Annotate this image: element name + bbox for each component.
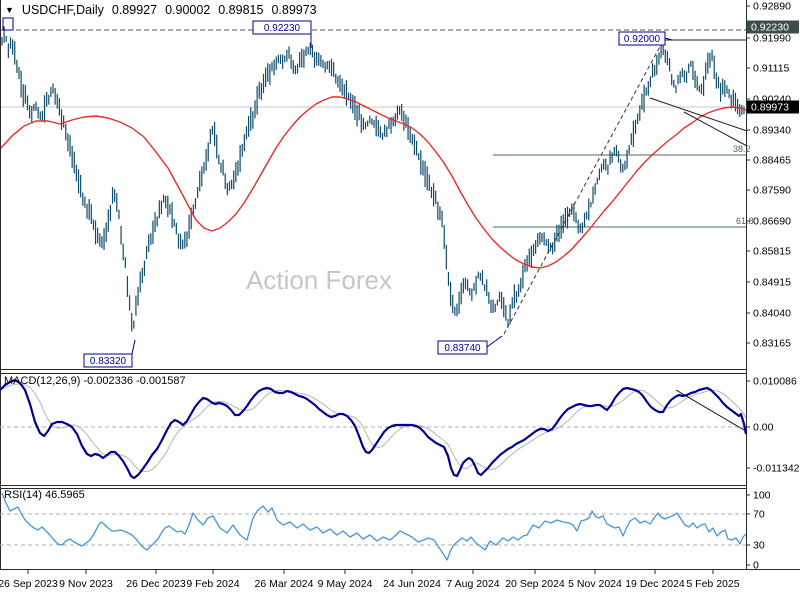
date-tick-label: 7 Aug 2024	[446, 578, 499, 590]
date-tick-label: 20 Sep 2024	[505, 578, 565, 590]
high-value: 0.90002	[165, 3, 211, 17]
annotation-connector	[131, 339, 136, 355]
low-value: 0.89815	[218, 3, 264, 17]
price-annotation-label: 0.83320	[90, 356, 127, 367]
macd-trendline[interactable]	[675, 389, 745, 431]
macd-line	[0, 378, 748, 480]
price-tick-label: 0.85815	[753, 246, 791, 258]
date-tick-label: 5 Nov 2024	[568, 578, 622, 590]
fib-level-label: 61.8	[736, 216, 754, 226]
dashed-trendline	[503, 40, 664, 335]
price-axis-special-text: 0.92230	[751, 22, 789, 34]
price-tick-label: 0.88465	[753, 155, 791, 167]
date-tick-label: 26 Dec 2023	[126, 578, 186, 590]
macd-tick-label: 0.00	[753, 422, 774, 434]
rsi-tick-label: 70	[753, 509, 765, 521]
price-tick-label: 0.87590	[753, 185, 791, 197]
open-value: 0.89927	[111, 3, 158, 17]
date-tick-label: 9 Nov 2023	[59, 578, 113, 590]
date-tick-label: 19 Dec 2024	[625, 578, 685, 590]
price-tick-label: 0.89340	[753, 125, 791, 137]
rsi-tick-label: 0	[753, 560, 759, 572]
fib-level-label: 38.2	[733, 144, 751, 154]
date-tick-label: 9 May 2024	[318, 578, 373, 590]
channel-line[interactable]	[649, 97, 748, 132]
symbol-dropdown-icon[interactable]: ▼	[5, 5, 14, 15]
rsi-tick-label: 30	[753, 540, 765, 552]
date-tick-label: 5 Feb 2025	[686, 578, 739, 590]
trading-chart-window: Action Forex 38.2 61.8 0.92230 0.92000 0.833…	[0, 0, 800, 600]
symbol-timeframe-label: USDCHF,Daily	[21, 3, 104, 17]
date-tick-label: 26 Sep 2023	[0, 578, 58, 590]
rsi-tick-label: 100	[753, 490, 771, 502]
price-tick-label: 0.84040	[753, 308, 791, 320]
date-tick-label: 24 Jun 2024	[383, 578, 441, 590]
moving-average-line	[0, 96, 747, 269]
chart-canvas[interactable]: Action Forex 38.2 61.8 0.92230 0.92000 0.833…	[0, 0, 800, 600]
macd-signal-line	[0, 383, 747, 473]
rsi-indicator-label: RSI(14) 46.5965	[4, 489, 85, 501]
macd-indicator-label: MACD(12,26,9) -0.002336 -0.001587	[4, 375, 186, 387]
price-tick-label: 0.91990	[753, 33, 791, 45]
symbol-title-bar: ▼ USDCHF,Daily 0.89927 0.90002 0.89815 0…	[5, 3, 317, 17]
price-annotation-label: 0.92230	[264, 23, 301, 34]
price-tick-label: 0.84915	[753, 277, 791, 289]
price-tick-label: 0.86690	[753, 216, 791, 228]
date-tick-label: 9 Feb 2024	[186, 578, 239, 590]
watermark: Action Forex	[246, 265, 392, 295]
annotation-connector	[486, 335, 503, 348]
channel-line[interactable]	[683, 111, 748, 147]
price-annotation-label: 0.92000	[624, 34, 661, 45]
price-annotation-label: 0.83740	[444, 343, 481, 354]
macd-tick-label: 0.010086	[753, 376, 797, 388]
price-axis-special-text: 0.89973	[751, 102, 789, 114]
price-tick-label: 0.92890	[753, 1, 791, 13]
date-tick-label: 26 Mar 2024	[255, 578, 314, 590]
close-value: 0.89973	[271, 3, 317, 17]
price-tick-label: 0.83165	[753, 338, 791, 350]
price-tick-label: 0.91115	[753, 63, 790, 75]
macd-tick-label: -0.011342	[753, 463, 800, 475]
rsi-line	[1, 492, 747, 561]
